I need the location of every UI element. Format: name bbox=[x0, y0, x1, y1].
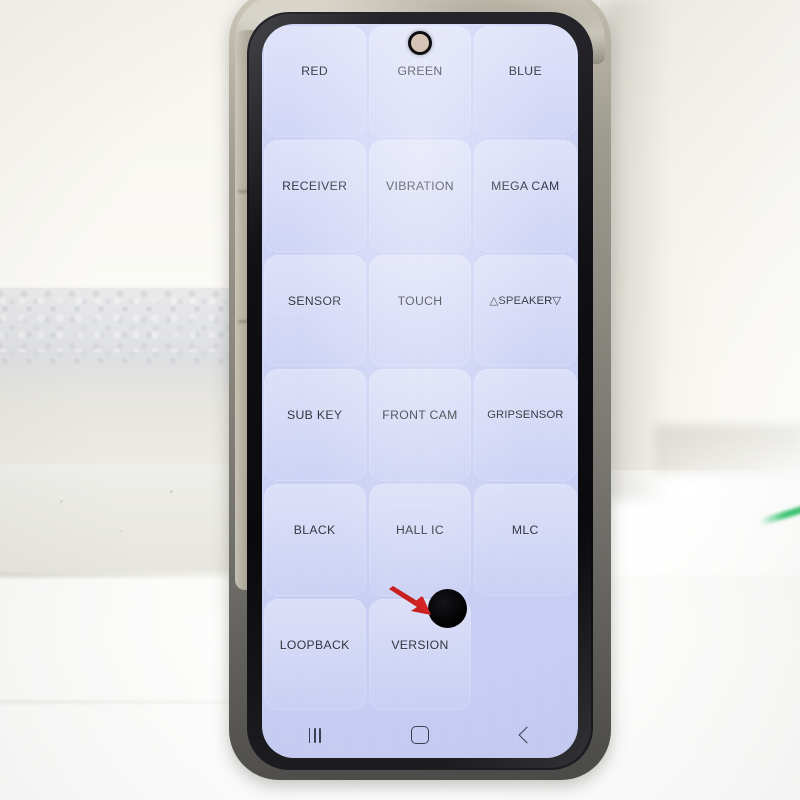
grid-cell-sub-key[interactable]: SUB KEY bbox=[263, 369, 366, 482]
grid-cell-front-cam[interactable]: FRONT CAM bbox=[368, 369, 472, 482]
cell-label: RED bbox=[301, 64, 329, 79]
table-edge bbox=[0, 572, 260, 578]
cell-label: SENSOR bbox=[287, 293, 342, 308]
cell-label: VERSION bbox=[391, 637, 449, 652]
cell-label: GREEN bbox=[397, 64, 443, 79]
cell-label: TOUCH bbox=[397, 293, 443, 308]
grid-cell-loopback[interactable]: LOOPBACK bbox=[263, 598, 366, 711]
grid-cell-speaker[interactable]: △SPEAKER▽ bbox=[474, 254, 577, 367]
cell-label: MEGA CAM bbox=[491, 178, 560, 193]
cell-label: GRIPSENSOR bbox=[487, 409, 564, 422]
android-navigation-bar bbox=[262, 712, 578, 758]
cell-label: SUB KEY bbox=[287, 408, 343, 423]
cell-label: BLACK bbox=[293, 522, 336, 537]
red-pointer-arrow-icon bbox=[389, 586, 431, 615]
grid-cell-gripsensor[interactable]: GRIPSENSOR bbox=[474, 369, 577, 482]
grid-cell-hall-ic[interactable]: HALL IC bbox=[368, 484, 472, 596]
grid-cell-mega-cam[interactable]: MEGA CAM bbox=[474, 140, 577, 252]
foam-speck bbox=[170, 490, 173, 493]
styrofoam-block bbox=[0, 288, 256, 464]
grid-cell-touch[interactable]: TOUCH bbox=[368, 254, 472, 367]
table-edge-secondary bbox=[0, 700, 250, 704]
foam-speck bbox=[60, 500, 63, 503]
cell-label: MLC bbox=[511, 522, 539, 537]
home-icon bbox=[410, 726, 429, 744]
grid-cell-blue[interactable]: BLUE bbox=[474, 25, 577, 138]
background-blurred-object bbox=[655, 425, 800, 475]
smartphone: RED GREEN BLUE RECEIVER VIBRATION MEGA C… bbox=[229, 0, 611, 780]
styrofoam-block-lower bbox=[0, 464, 256, 584]
grid-cell-black[interactable]: BLACK bbox=[263, 484, 366, 596]
recents-icon bbox=[308, 727, 321, 743]
cell-label: FRONT CAM bbox=[382, 408, 458, 423]
nav-home-button[interactable] bbox=[392, 718, 448, 752]
background-wall-left bbox=[0, 0, 260, 300]
front-camera-icon bbox=[411, 34, 429, 52]
phone-screen[interactable]: RED GREEN BLUE RECEIVER VIBRATION MEGA C… bbox=[262, 24, 578, 758]
styrofoam-bead-highlight bbox=[0, 292, 256, 352]
nav-recents-button[interactable] bbox=[287, 718, 343, 752]
grid-cell-mlc[interactable]: MLC bbox=[474, 484, 577, 596]
photo-scene: RED GREEN BLUE RECEIVER VIBRATION MEGA C… bbox=[0, 0, 800, 800]
nav-back-button[interactable] bbox=[497, 718, 553, 752]
foam-speck bbox=[120, 530, 122, 532]
cell-label: RECEIVER bbox=[282, 178, 348, 193]
cell-label: VIBRATION bbox=[386, 178, 454, 193]
grid-cell-empty bbox=[474, 599, 576, 711]
grid-cell-receiver[interactable]: RECEIVER bbox=[263, 140, 366, 252]
grid-cell-vibration[interactable]: VIBRATION bbox=[368, 140, 472, 252]
grid-cell-red[interactable]: RED bbox=[263, 25, 366, 138]
cell-label: BLUE bbox=[508, 64, 542, 79]
cell-label: △SPEAKER▽ bbox=[489, 295, 562, 308]
grid-cell-sensor[interactable]: SENSOR bbox=[263, 254, 366, 367]
cell-label: HALL IC bbox=[395, 522, 445, 537]
cell-label: LOOPBACK bbox=[279, 637, 350, 652]
back-chevron-icon bbox=[518, 726, 536, 744]
